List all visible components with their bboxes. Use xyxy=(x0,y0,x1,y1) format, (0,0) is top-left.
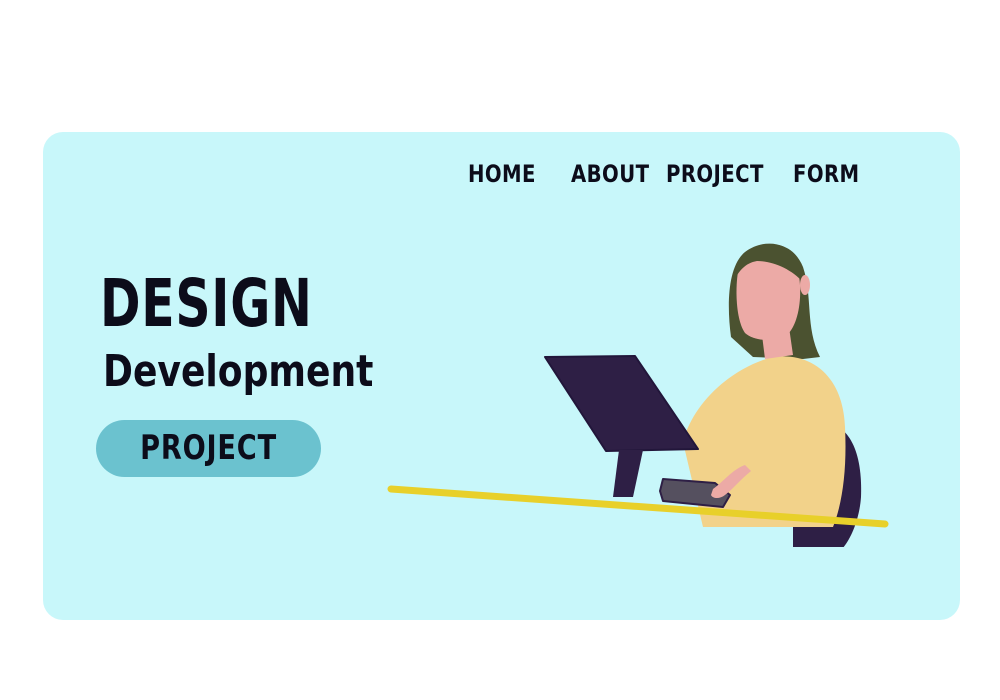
hero-card: HOME ABOUT PROJECT FORM DESIGN Developme… xyxy=(43,132,960,620)
nav-home-link[interactable]: HOME xyxy=(468,160,536,188)
hero-title: DESIGN xyxy=(100,265,313,342)
project-button-label: PROJECT xyxy=(140,428,277,468)
monitor-screen-shape xyxy=(544,355,699,452)
ear-shape xyxy=(800,275,810,295)
project-button[interactable]: PROJECT xyxy=(96,420,321,477)
nav-about-link[interactable]: ABOUT xyxy=(571,160,649,188)
top-nav: HOME ABOUT PROJECT FORM xyxy=(43,132,960,222)
nav-form-link[interactable]: FORM xyxy=(793,160,860,188)
hero-subtitle: Development xyxy=(103,346,374,397)
monitor-stand-shape xyxy=(613,450,643,497)
nav-project-link[interactable]: PROJECT xyxy=(666,160,764,188)
person-at-computer-illustration xyxy=(387,243,889,547)
